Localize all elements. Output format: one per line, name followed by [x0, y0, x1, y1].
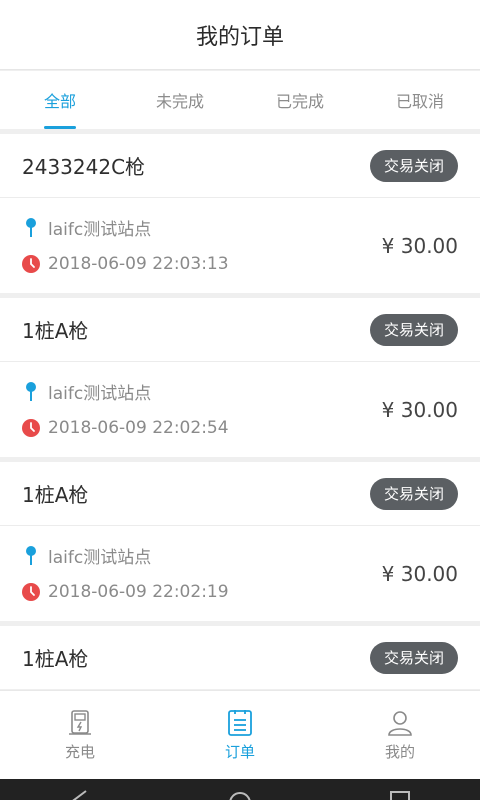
recent-apps-button[interactable]: [380, 779, 420, 800]
station-line: laifc测试站点: [22, 538, 229, 574]
status-badge: 交易关闭: [369, 477, 458, 510]
nav-label: 订单: [224, 742, 255, 761]
tab-label: 未完成: [155, 92, 204, 111]
time-line: 2018-06-09 22:02:19: [22, 574, 229, 610]
gun-name: 1桩A枪: [22, 647, 89, 671]
time-line: 2018-06-09 22:03:13: [22, 246, 229, 282]
tab-all[interactable]: 全部: [0, 71, 120, 129]
tab-unfinished[interactable]: 未完成: [120, 71, 240, 129]
time-line: 2018-06-09 22:02:54: [22, 410, 229, 446]
order-price: ¥ 30.00: [381, 397, 458, 422]
status-badge: 交易关闭: [369, 641, 458, 674]
order-time: 2018-06-09 22:02:54: [48, 417, 229, 438]
page-title: 我的订单: [195, 24, 284, 50]
order-price: ¥ 30.00: [381, 561, 458, 586]
gun-name: 1桩A枪: [22, 483, 89, 507]
station-name: laifc测试站点: [48, 220, 152, 240]
order-price: ¥ 30.00: [381, 233, 458, 258]
tab-label: 已完成: [275, 92, 324, 111]
clock-icon: [22, 582, 40, 601]
order-filter-tabs: 全部 未完成 已完成 已取消: [0, 71, 480, 129]
gun-name: 1桩A枪: [22, 319, 89, 343]
system-nav-bar: [0, 779, 480, 800]
recent-square-icon: [390, 791, 410, 800]
tab-finished[interactable]: 已完成: [240, 71, 360, 129]
order-card[interactable]: 1桩A枪 交易关闭 laifc测试站点 2018-06-09 22:: [0, 298, 480, 457]
location-pin-icon: [26, 381, 36, 401]
home-button[interactable]: [220, 779, 260, 800]
order-time: 2018-06-09 22:03:13: [48, 253, 229, 274]
order-card[interactable]: 1桩A枪 交易关闭 laifc测试站点 2018-06-09 22:: [0, 462, 480, 621]
order-info: laifc测试站点 2018-06-09 22:02:19: [22, 538, 229, 610]
app-header: 我的订单: [0, 0, 480, 70]
order-time: 2018-06-09 22:02:19: [48, 581, 229, 602]
nav-label: 充电: [64, 742, 95, 761]
order-card-header: 1桩A枪 交易关闭: [0, 626, 480, 689]
location-pin-icon: [26, 545, 36, 565]
order-card-body: laifc测试站点 2018-06-09 22:02:54 ¥ 30.00: [0, 362, 480, 457]
order-card[interactable]: 1桩A枪 交易关闭: [0, 626, 480, 689]
nav-charge[interactable]: 充电: [0, 691, 160, 779]
location-pin-icon: [26, 217, 36, 237]
tab-label: 全部: [43, 92, 76, 111]
order-card-body: laifc测试站点 2018-06-09 22:02:19 ¥ 30.00: [0, 526, 480, 621]
nav-label: 我的: [384, 742, 415, 761]
order-card-header: 1桩A枪 交易关闭: [0, 298, 480, 362]
order-list[interactable]: 2433242C枪 交易关闭 laifc测试站点 2018-06-09 22:0…: [0, 134, 480, 689]
order-card-header: 2433242C枪 交易关闭: [0, 134, 480, 198]
user-icon: [388, 710, 412, 736]
clock-icon: [22, 418, 40, 437]
bottom-nav: 充电 订单 我的: [0, 690, 480, 779]
nav-profile[interactable]: 我的: [320, 691, 480, 779]
home-circle-icon: [229, 792, 251, 800]
station-name: laifc测试站点: [48, 548, 152, 568]
order-card[interactable]: 2433242C枪 交易关闭 laifc测试站点 2018-06-09 22:0…: [0, 134, 480, 293]
order-list-icon: [228, 709, 252, 736]
charger-icon: [69, 709, 91, 735]
station-line: laifc测试站点: [22, 374, 229, 410]
clock-icon: [22, 254, 40, 273]
tab-cancelled[interactable]: 已取消: [360, 71, 480, 129]
station-name: laifc测试站点: [48, 384, 152, 404]
order-info: laifc测试站点 2018-06-09 22:02:54: [22, 374, 229, 446]
order-card-body: laifc测试站点 2018-06-09 22:03:13 ¥ 30.00: [0, 198, 480, 293]
order-info: laifc测试站点 2018-06-09 22:03:13: [22, 210, 229, 282]
order-card-header: 1桩A枪 交易关闭: [0, 462, 480, 526]
status-badge: 交易关闭: [369, 313, 458, 346]
gun-name: 2433242C枪: [22, 155, 146, 179]
tab-label: 已取消: [395, 92, 444, 111]
nav-orders[interactable]: 订单: [160, 691, 320, 779]
back-triangle-icon: [72, 790, 87, 800]
station-line: laifc测试站点: [22, 210, 229, 246]
back-button[interactable]: [60, 779, 100, 800]
status-badge: 交易关闭: [369, 149, 458, 182]
